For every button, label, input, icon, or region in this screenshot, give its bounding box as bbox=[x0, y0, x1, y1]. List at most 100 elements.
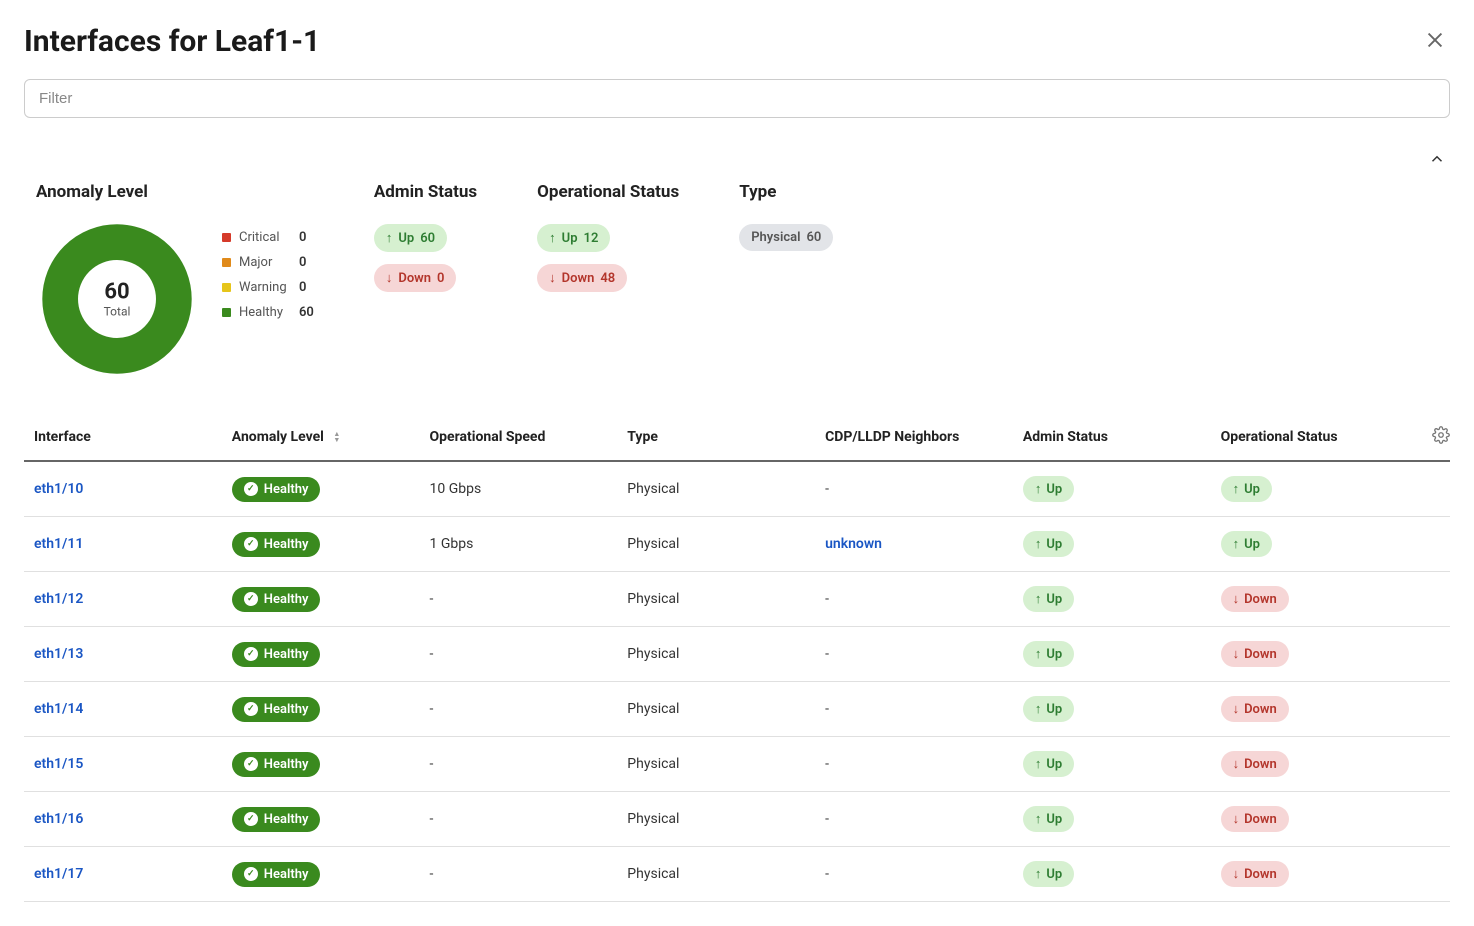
table-row: eth1/12✓Healthy-Physical-UpDown bbox=[24, 572, 1450, 627]
legend-swatch bbox=[222, 283, 231, 292]
arrow-down-icon bbox=[386, 270, 393, 286]
legend-label: Major bbox=[239, 255, 291, 270]
anomaly-level-block: Anomaly Level 60 Total Critical 0 Major 0 Wa… bbox=[36, 182, 314, 374]
arrow-up-icon bbox=[1035, 591, 1042, 607]
anomaly-heading: Anomaly Level bbox=[36, 182, 314, 202]
oper-status-pill: Down bbox=[1221, 586, 1289, 612]
type-cell: Physical bbox=[617, 682, 815, 737]
health-icon: ✓ bbox=[244, 812, 258, 826]
interface-link[interactable]: eth1/17 bbox=[34, 866, 83, 882]
summary-panel: Anomaly Level 60 Total Critical 0 Major 0 Wa… bbox=[24, 182, 1450, 374]
type-cell: Physical bbox=[617, 847, 815, 902]
neighbor-link[interactable]: unknown bbox=[825, 536, 882, 552]
legend-item[interactable]: Critical 0 bbox=[222, 230, 314, 245]
arrow-down-icon bbox=[1233, 646, 1240, 662]
type-cell: Physical bbox=[617, 517, 815, 572]
table-row: eth1/11✓Healthy1 GbpsPhysicalunknownUpUp bbox=[24, 517, 1450, 572]
neighbor-cell: - bbox=[815, 572, 1013, 627]
health-icon: ✓ bbox=[244, 537, 258, 551]
type-cell: Physical bbox=[617, 737, 815, 792]
admin-status-pill: Up bbox=[1023, 586, 1074, 612]
oper-heading: Operational Status bbox=[537, 182, 679, 202]
table-row: eth1/13✓Healthy-Physical-UpDown bbox=[24, 627, 1450, 682]
oper-up-value: 12 bbox=[584, 231, 599, 246]
legend-label: Critical bbox=[239, 230, 291, 245]
legend-swatch bbox=[222, 233, 231, 242]
arrow-down-icon bbox=[1233, 756, 1240, 772]
oper-status-pill: Up bbox=[1221, 476, 1272, 502]
type-label: Physical bbox=[751, 230, 800, 245]
col-neighbors[interactable]: CDP/LLDP Neighbors bbox=[815, 414, 1013, 461]
type-heading: Type bbox=[739, 182, 833, 202]
filter-input[interactable] bbox=[24, 79, 1450, 118]
arrow-up-icon bbox=[1035, 866, 1042, 882]
interface-link[interactable]: eth1/11 bbox=[34, 536, 83, 552]
col-anomaly-label: Anomaly Level bbox=[232, 429, 324, 445]
interface-link[interactable]: eth1/12 bbox=[34, 591, 83, 607]
health-badge: ✓Healthy bbox=[232, 752, 321, 777]
legend-label: Warning bbox=[239, 280, 291, 295]
health-badge: ✓Healthy bbox=[232, 862, 321, 887]
oper-status-pill: Up bbox=[1221, 531, 1272, 557]
col-anomaly[interactable]: Anomaly Level ▲▼ bbox=[222, 414, 420, 461]
speed-cell: - bbox=[420, 847, 618, 902]
admin-down-value: 0 bbox=[437, 271, 444, 286]
col-admin[interactable]: Admin Status bbox=[1013, 414, 1211, 461]
oper-status-block: Operational Status Up 12 Down 48 bbox=[537, 182, 679, 374]
col-type[interactable]: Type bbox=[617, 414, 815, 461]
col-speed[interactable]: Operational Speed bbox=[420, 414, 618, 461]
arrow-up-icon bbox=[1035, 756, 1042, 772]
legend-value: 0 bbox=[299, 255, 306, 270]
interface-link[interactable]: eth1/15 bbox=[34, 756, 83, 772]
arrow-down-icon bbox=[1233, 811, 1240, 827]
col-oper[interactable]: Operational Status bbox=[1211, 414, 1409, 461]
arrow-down-icon bbox=[1233, 701, 1240, 717]
neighbor-cell: - bbox=[815, 792, 1013, 847]
admin-up-pill[interactable]: Up 60 bbox=[374, 224, 447, 252]
interface-link[interactable]: eth1/16 bbox=[34, 811, 83, 827]
close-icon[interactable] bbox=[1420, 25, 1450, 59]
arrow-up-icon bbox=[1035, 536, 1042, 552]
legend-item[interactable]: Healthy60 bbox=[222, 305, 314, 320]
admin-status-pill: Up bbox=[1023, 751, 1074, 777]
anomaly-donut-chart: 60 Total bbox=[42, 224, 192, 374]
legend-value: 0 bbox=[299, 230, 306, 245]
speed-cell: - bbox=[420, 682, 618, 737]
legend-swatch bbox=[222, 258, 231, 267]
chevron-up-icon[interactable] bbox=[1424, 146, 1450, 176]
neighbor-cell: - bbox=[815, 682, 1013, 737]
interface-link[interactable]: eth1/13 bbox=[34, 646, 83, 662]
admin-status-pill: Up bbox=[1023, 861, 1074, 887]
interface-link[interactable]: eth1/10 bbox=[34, 481, 83, 497]
neighbor-cell: - bbox=[815, 461, 1013, 517]
oper-down-pill[interactable]: Down 48 bbox=[537, 264, 627, 292]
health-icon: ✓ bbox=[244, 702, 258, 716]
interface-link[interactable]: eth1/14 bbox=[34, 701, 83, 717]
donut-total: 60 bbox=[104, 280, 131, 305]
arrow-up-icon bbox=[1035, 701, 1042, 717]
arrow-down-icon bbox=[549, 270, 556, 286]
admin-down-pill[interactable]: Down 0 bbox=[374, 264, 457, 292]
legend-item[interactable]: Major 0 bbox=[222, 255, 314, 270]
neighbor-cell: - bbox=[815, 627, 1013, 682]
health-badge: ✓Healthy bbox=[232, 642, 321, 667]
legend-swatch bbox=[222, 308, 231, 317]
arrow-up-icon bbox=[549, 230, 556, 246]
gear-icon[interactable] bbox=[1432, 426, 1450, 444]
legend-value: 60 bbox=[299, 305, 314, 320]
neighbor-cell: - bbox=[815, 737, 1013, 792]
oper-status-pill: Down bbox=[1221, 696, 1289, 722]
type-physical-pill[interactable]: Physical 60 bbox=[739, 224, 833, 251]
admin-up-value: 60 bbox=[420, 231, 435, 246]
col-interface[interactable]: Interface bbox=[24, 414, 222, 461]
neighbor-cell: - bbox=[815, 847, 1013, 902]
table-row: eth1/16✓Healthy-Physical-UpDown bbox=[24, 792, 1450, 847]
health-icon: ✓ bbox=[244, 482, 258, 496]
arrow-up-icon bbox=[1035, 811, 1042, 827]
arrow-down-icon bbox=[1233, 591, 1240, 607]
type-cell: Physical bbox=[617, 792, 815, 847]
oper-up-pill[interactable]: Up 12 bbox=[537, 224, 610, 252]
arrow-up-icon bbox=[386, 230, 393, 246]
table-row: eth1/10✓Healthy10 GbpsPhysical-UpUp bbox=[24, 461, 1450, 517]
legend-item[interactable]: Warning0 bbox=[222, 280, 314, 295]
